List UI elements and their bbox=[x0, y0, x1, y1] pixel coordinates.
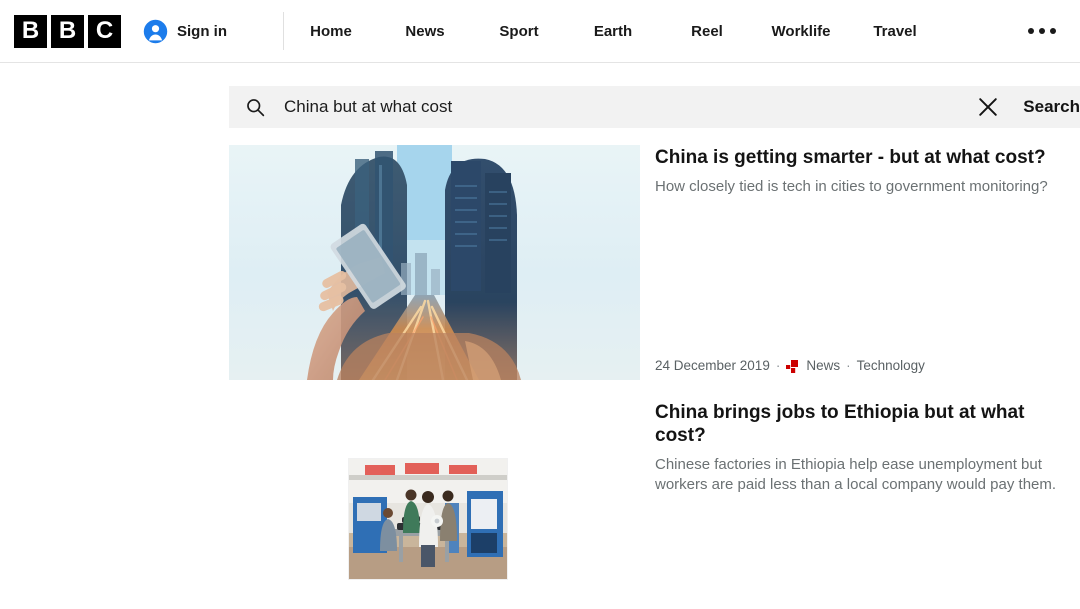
bbc-news-blocks-icon bbox=[786, 360, 799, 373]
nav-item-worklife[interactable]: Worklife bbox=[754, 23, 848, 40]
result-text-block: China is getting smarter - but at what c… bbox=[655, 146, 1065, 196]
search-input[interactable] bbox=[284, 86, 978, 128]
result-thumbnail[interactable] bbox=[348, 458, 508, 580]
result-title[interactable]: China is getting smarter - but at what c… bbox=[655, 146, 1065, 169]
sign-in-button[interactable]: Sign in bbox=[143, 19, 227, 44]
article-image-factory bbox=[349, 459, 507, 579]
result-summary: How closely tied is tech in cities to go… bbox=[655, 178, 1048, 196]
nav-item-home[interactable]: Home bbox=[284, 23, 378, 40]
result-subsection[interactable]: Technology bbox=[857, 358, 925, 373]
nav-item-sport[interactable]: Sport bbox=[472, 23, 566, 40]
result-metadata: 24 December 2019 · News · Technology bbox=[655, 358, 925, 373]
ellipsis-icon-dot-2 bbox=[1039, 28, 1045, 34]
result-thumbnail[interactable] bbox=[229, 145, 640, 380]
result-summary: Chinese factories in Ethiopia help ease … bbox=[655, 456, 1057, 493]
meta-separator-1: · bbox=[775, 358, 781, 373]
result-text-block: China brings jobs to Ethiopia but at wha… bbox=[655, 401, 1065, 494]
search-bar: Search bbox=[229, 86, 1080, 128]
result-section[interactable]: News bbox=[806, 358, 840, 373]
more-menu-button[interactable] bbox=[1028, 28, 1056, 34]
close-icon[interactable] bbox=[977, 96, 999, 118]
result-date: 24 December 2019 bbox=[655, 358, 770, 373]
nav-item-travel[interactable]: Travel bbox=[848, 23, 942, 40]
site-header: B B C Sign in Home News Sport Earth Reel… bbox=[0, 0, 1080, 63]
result-title[interactable]: China brings jobs to Ethiopia but at wha… bbox=[655, 401, 1065, 447]
nav-item-earth[interactable]: Earth bbox=[566, 23, 660, 40]
search-submit-button[interactable]: Search bbox=[1023, 97, 1080, 117]
bbc-logo-letter-2: B bbox=[51, 14, 84, 48]
ellipsis-icon-dot-3 bbox=[1050, 28, 1056, 34]
ellipsis-icon-dot-1 bbox=[1028, 28, 1034, 34]
nav-item-news[interactable]: News bbox=[378, 23, 472, 40]
account-circle-icon bbox=[143, 19, 168, 43]
search-icon bbox=[247, 98, 265, 116]
bbc-logo[interactable]: B B C bbox=[14, 14, 121, 48]
bbc-logo-letter-3: C bbox=[88, 14, 121, 48]
article-image-city-phone bbox=[229, 145, 640, 380]
main-navigation: Home News Sport Earth Reel Worklife Trav… bbox=[284, 23, 1080, 40]
meta-separator-2: · bbox=[846, 358, 851, 373]
nav-item-reel[interactable]: Reel bbox=[660, 23, 754, 40]
sign-in-label: Sign in bbox=[177, 22, 227, 40]
bbc-logo-letter-1: B bbox=[14, 14, 47, 48]
